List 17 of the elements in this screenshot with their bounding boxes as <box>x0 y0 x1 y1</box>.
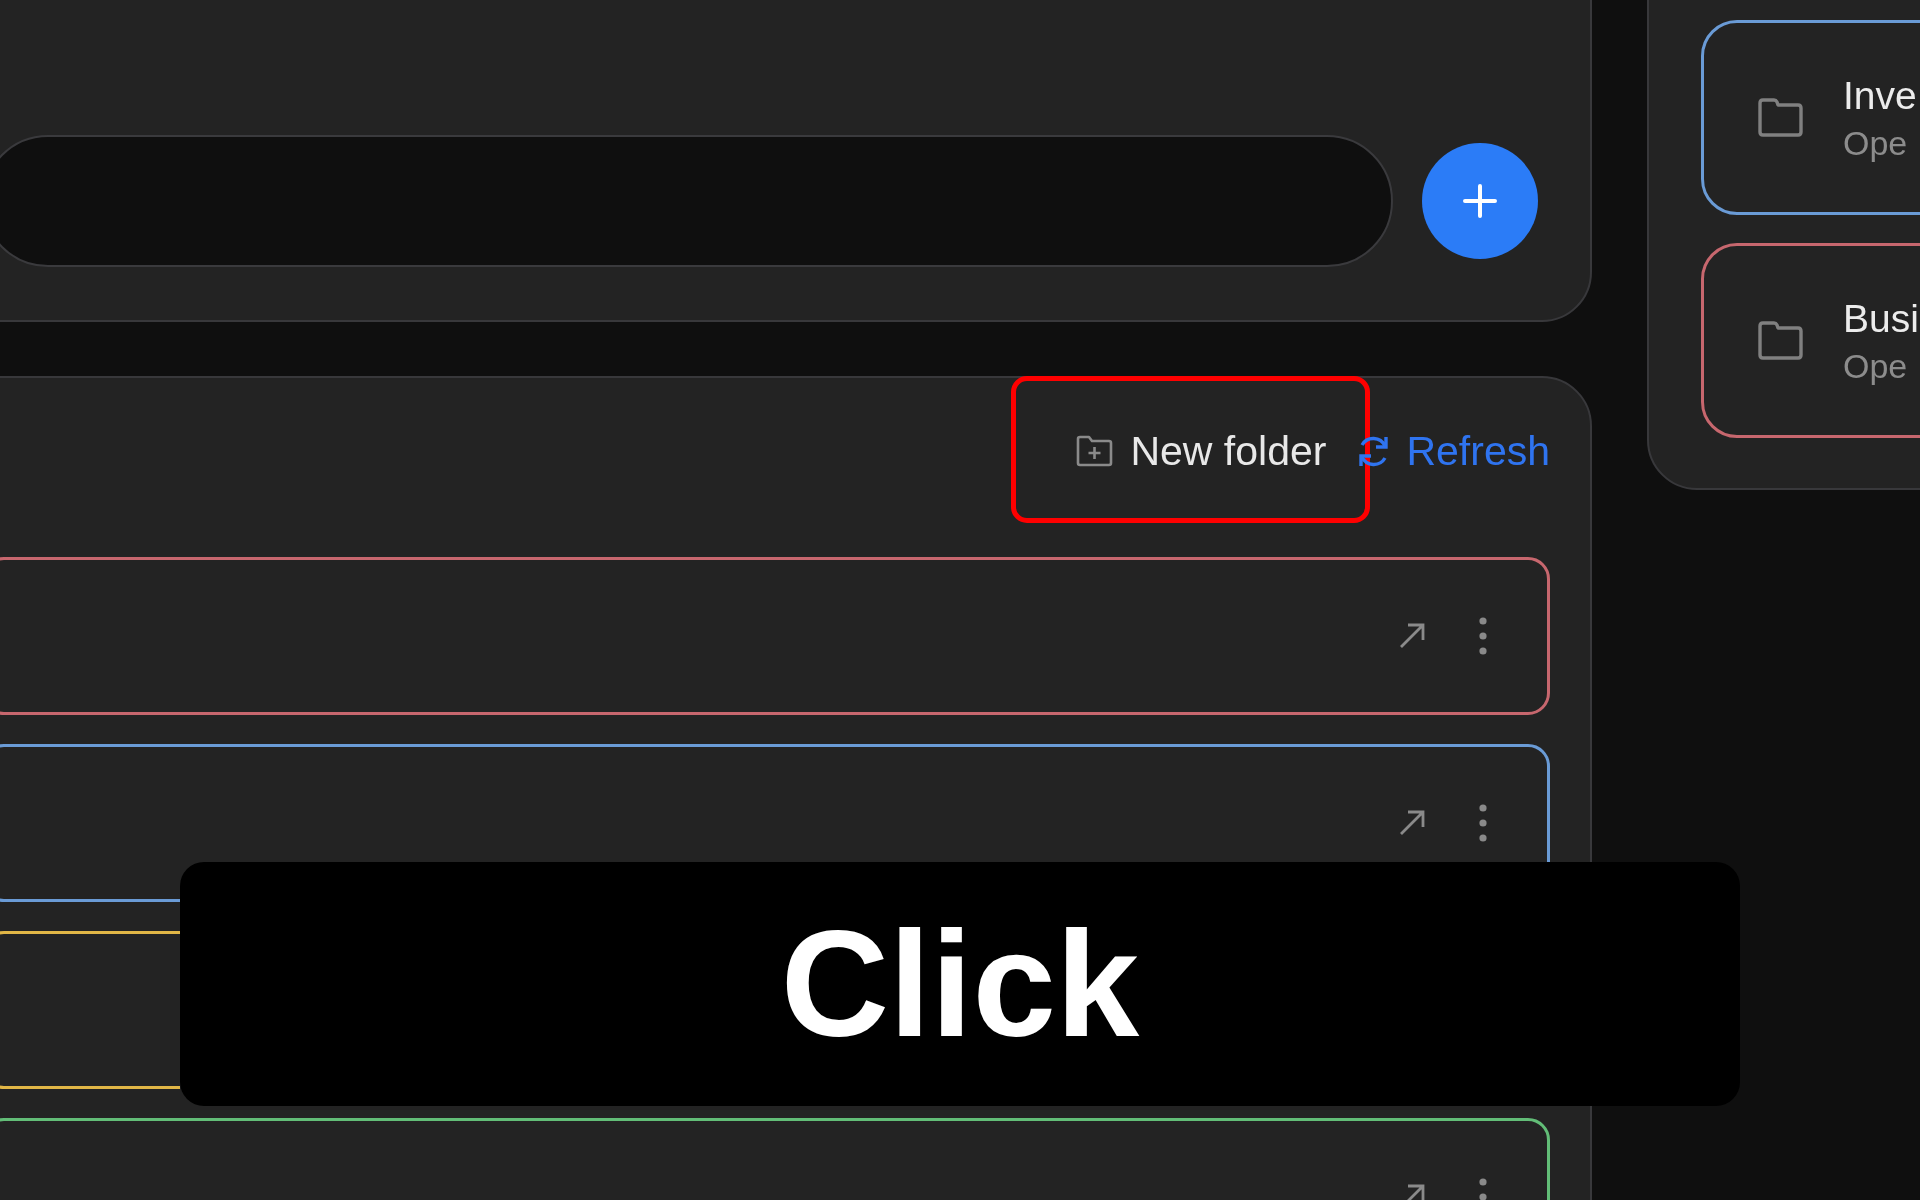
kebab-menu-icon[interactable] <box>1479 804 1487 842</box>
caption-text: Click <box>780 909 1140 1059</box>
kebab-menu-icon[interactable] <box>1479 617 1487 655</box>
input-field[interactable] <box>0 135 1393 267</box>
refresh-button[interactable]: Refresh <box>1355 428 1550 474</box>
card-subtitle: Ope <box>1843 345 1909 387</box>
folder-card[interactable]: Busi Ope <box>1701 243 1920 438</box>
plus-icon <box>1462 183 1498 219</box>
folder-icon <box>1757 320 1804 361</box>
folder-card[interactable] <box>0 557 1550 715</box>
folder-card[interactable]: Inve Ope <box>1701 20 1920 215</box>
folder-icon <box>1757 97 1804 138</box>
card-subtitle: Ope <box>1843 122 1909 164</box>
card-title: Inve <box>1843 72 1917 119</box>
folder-plus-icon <box>1075 435 1115 467</box>
card-title: Busi <box>1843 295 1919 342</box>
new-folder-button[interactable]: New folder <box>1075 428 1327 474</box>
